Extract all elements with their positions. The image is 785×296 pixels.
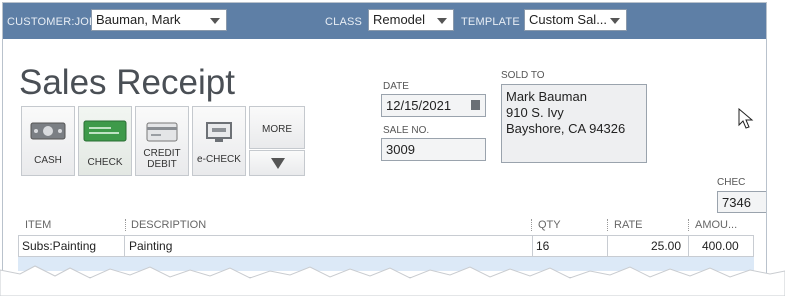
template-label: TEMPLATE <box>461 16 520 28</box>
cell-qty[interactable]: 16 <box>536 239 549 253</box>
class-label: CLASS <box>325 16 363 28</box>
cell-divider <box>688 235 689 257</box>
cell-divider <box>532 235 533 257</box>
cell-description[interactable]: Painting <box>129 239 172 253</box>
chevron-down-icon <box>610 18 620 24</box>
template-dropdown[interactable]: Custom Sal... <box>524 9 627 31</box>
col-header-amount[interactable]: AMOU... <box>695 219 737 231</box>
credit-debit-button[interactable]: CREDIT DEBIT <box>135 106 189 176</box>
column-separator[interactable] <box>688 219 689 231</box>
credit-label: CREDIT <box>143 148 181 159</box>
chevron-down-icon <box>210 18 220 24</box>
torn-edge-decoration <box>0 265 785 296</box>
header-bar: CUSTOMER:JOB Bauman, Mark CLASS Remodel … <box>3 3 766 39</box>
debit-label: DEBIT <box>147 159 177 170</box>
monitor-icon <box>206 122 232 142</box>
check-button[interactable]: CHECK <box>78 106 132 176</box>
cash-label: CASH <box>34 155 62 166</box>
triangle-down-icon <box>271 158 285 169</box>
cell-rate[interactable]: 25.00 <box>651 239 681 253</box>
more-expand-button[interactable] <box>249 150 305 176</box>
more-label: MORE <box>262 124 292 135</box>
customer-job-value: Bauman, Mark <box>96 12 181 27</box>
cell-item[interactable]: Subs:Painting <box>22 239 96 253</box>
sold-to-line: 910 S. Ivy <box>506 105 564 120</box>
class-value: Remodel <box>373 12 426 27</box>
sold-to-line: Mark Bauman <box>506 89 587 104</box>
cash-icon <box>30 122 66 140</box>
more-button[interactable]: MORE <box>249 106 305 149</box>
column-separator[interactable] <box>125 219 126 231</box>
echeck-button[interactable]: e-CHECK <box>192 106 246 176</box>
sold-to-line: Bayshore, CA 94326 <box>506 121 626 136</box>
sales-receipt-window: CUSTOMER:JOB Bauman, Mark CLASS Remodel … <box>2 2 767 278</box>
check-no-field[interactable]: 7346 <box>717 191 766 213</box>
sale-no-field[interactable]: 3009 <box>381 138 486 161</box>
check-no-label: CHEC <box>717 177 746 188</box>
date-field[interactable]: 12/15/2021 <box>381 94 486 117</box>
column-separator[interactable] <box>607 219 608 231</box>
customer-job-dropdown[interactable]: Bauman, Mark <box>91 9 227 31</box>
template-value: Custom Sal... <box>529 12 608 27</box>
class-dropdown[interactable]: Remodel <box>368 9 454 31</box>
cell-divider <box>607 235 608 257</box>
chevron-down-icon <box>437 18 447 24</box>
check-icon <box>83 120 127 142</box>
col-header-description[interactable]: DESCRIPTION <box>131 219 206 231</box>
check-no-value: 7346 <box>722 195 751 210</box>
cash-button[interactable]: CASH <box>21 106 75 176</box>
sold-to-field[interactable]: Mark Bauman 910 S. Ivy Bayshore, CA 9432… <box>501 84 647 163</box>
cell-divider <box>124 235 125 257</box>
col-header-rate[interactable]: RATE <box>614 219 643 231</box>
mouse-cursor-icon <box>738 108 754 129</box>
col-header-qty[interactable]: QTY <box>538 219 561 231</box>
date-label: DATE <box>383 81 409 92</box>
credit-card-icon <box>146 122 178 142</box>
calendar-icon[interactable] <box>471 100 480 110</box>
column-separator[interactable] <box>531 219 532 231</box>
customer-job-label: CUSTOMER:JOB <box>7 16 97 28</box>
date-value: 12/15/2021 <box>386 98 452 113</box>
check-label: CHECK <box>87 157 123 168</box>
echeck-label: e-CHECK <box>197 154 241 165</box>
sale-no-label: SALE NO. <box>383 125 430 136</box>
col-header-item[interactable]: ITEM <box>25 219 51 231</box>
sold-to-label: SOLD TO <box>501 70 545 81</box>
page-title: Sales Receipt <box>19 63 235 102</box>
sale-no-value: 3009 <box>386 142 415 157</box>
cell-amount[interactable]: 400.00 <box>702 239 739 253</box>
